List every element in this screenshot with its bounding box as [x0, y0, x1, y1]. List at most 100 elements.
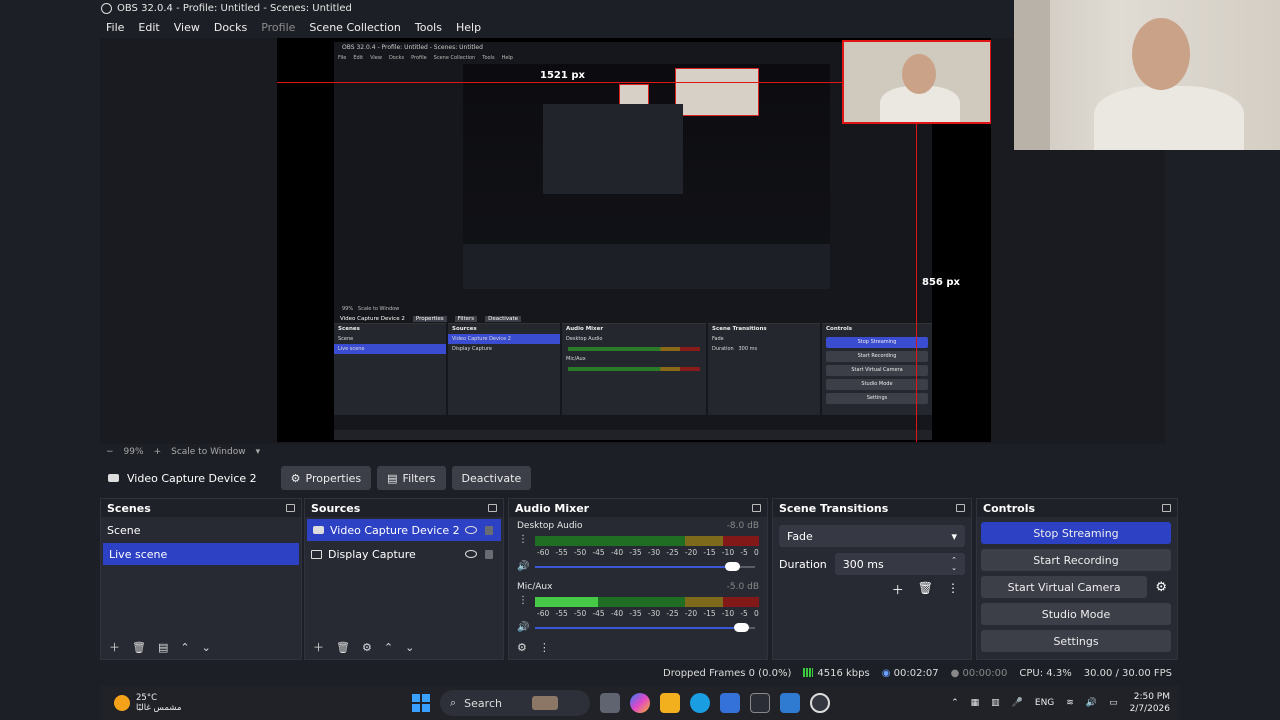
move-up-icon[interactable]: ⌃: [384, 641, 393, 654]
scene-transitions-dock: Scene Transitions Fade ▾ Duration 300 ms…: [772, 498, 972, 660]
trash-icon[interactable]: 🗑: [918, 581, 933, 598]
speaker-icon[interactable]: 🔊: [517, 561, 529, 572]
sources-title: Sources: [311, 501, 361, 515]
studio-mode-button[interactable]: Studio Mode: [981, 603, 1171, 625]
tray-app-icon[interactable]: ▥: [991, 698, 1000, 708]
chevron-up-icon[interactable]: ⌃: [951, 698, 959, 708]
camera-icon: [108, 474, 119, 482]
settings-button[interactable]: Settings: [981, 630, 1171, 652]
filter-icon[interactable]: ▤: [158, 641, 168, 654]
current-source-name: Video Capture Device 2: [127, 471, 257, 485]
volume-icon[interactable]: 🔊: [1086, 698, 1097, 708]
nested-menu: File Edit View Docks Profile Scene Collection…: [338, 55, 513, 61]
zoom-in-button[interactable]: +: [154, 447, 162, 457]
app-icon[interactable]: [750, 693, 770, 713]
duration-spinbox[interactable]: 300 ms ⌃ ⌄: [834, 553, 965, 575]
volume-slider[interactable]: [535, 561, 755, 571]
task-view-icon[interactable]: [600, 693, 620, 713]
gear-icon[interactable]: ⚙: [362, 641, 372, 654]
deactivate-button[interactable]: Deactivate: [451, 466, 532, 490]
filters-button[interactable]: ▤ Filters: [377, 466, 446, 490]
start-recording-button[interactable]: Start Recording: [981, 549, 1171, 571]
move-down-icon[interactable]: ⌄: [202, 641, 211, 654]
menu-scene-collection[interactable]: Scene Collection: [309, 21, 400, 34]
zoom-bar: − 99% + Scale to Window ▾: [100, 444, 1178, 460]
measure-label-horizontal: 1521 px: [540, 70, 585, 81]
copilot-icon[interactable]: [630, 693, 650, 713]
volume-slider[interactable]: [535, 622, 755, 632]
chevron-down-icon[interactable]: ▾: [256, 447, 261, 457]
trash-icon[interactable]: 🗑: [132, 641, 146, 654]
spin-arrows-icon[interactable]: ⌃ ⌄: [951, 556, 957, 572]
undock-icon[interactable]: [752, 504, 761, 512]
stop-streaming-button[interactable]: Stop Streaming: [981, 522, 1171, 544]
obs-taskbar-icon[interactable]: [810, 693, 830, 713]
taskbar-apps: ⌕ Search: [412, 690, 830, 716]
move-down-icon[interactable]: ⌄: [405, 641, 414, 654]
store-icon[interactable]: [720, 693, 740, 713]
language-indicator[interactable]: ENG: [1035, 698, 1054, 708]
add-icon[interactable]: ＋: [109, 639, 120, 655]
search-icon: ⌕: [450, 696, 457, 709]
channel-menu-icon[interactable]: ⋮: [518, 535, 528, 545]
lock-icon[interactable]: [485, 525, 493, 535]
visibility-eye-icon[interactable]: [465, 526, 477, 534]
menu-view[interactable]: View: [174, 21, 200, 34]
scenes-title: Scenes: [107, 501, 151, 515]
add-icon[interactable]: ＋: [892, 581, 904, 598]
mixer-menu-icon[interactable]: ⋮: [539, 641, 550, 654]
source-item[interactable]: Display Capture: [305, 543, 503, 565]
camera-icon: [313, 526, 324, 534]
nested-thumb: [619, 84, 649, 106]
lock-icon[interactable]: [485, 549, 493, 559]
dropped-frames: Dropped Frames 0 (0.0%): [663, 667, 792, 679]
menu-edit[interactable]: Edit: [138, 21, 159, 34]
advanced-audio-icon[interactable]: ⚙: [517, 641, 527, 654]
windows-start-icon[interactable]: [412, 694, 430, 712]
channel-db: -8.0 dB: [726, 521, 759, 531]
clock[interactable]: 2:50 PM 2/7/2026: [1130, 691, 1170, 715]
menu-docks[interactable]: Docks: [214, 21, 247, 34]
undock-icon[interactable]: [1162, 504, 1171, 512]
add-icon[interactable]: ＋: [313, 639, 324, 655]
scenes-footer: ＋ 🗑 ▤ ⌃ ⌄: [101, 635, 301, 659]
undock-icon[interactable]: [286, 504, 295, 512]
taskbar-search[interactable]: ⌕ Search: [440, 690, 590, 716]
file-explorer-icon[interactable]: [660, 693, 680, 713]
scale-mode-select[interactable]: Scale to Window: [171, 447, 245, 457]
scene-item[interactable]: Scene: [101, 519, 301, 541]
move-up-icon[interactable]: ⌃: [180, 641, 189, 654]
gear-icon[interactable]: ⚙: [1155, 580, 1167, 595]
trash-icon[interactable]: 🗑: [336, 641, 350, 654]
menu-help[interactable]: Help: [456, 21, 481, 34]
microphone-icon[interactable]: 🎤: [1012, 698, 1023, 708]
selected-camera-source[interactable]: [842, 40, 991, 124]
source-item-selected[interactable]: Video Capture Device 2: [307, 519, 501, 541]
measure-line-vertical: [916, 124, 917, 442]
nested-taskbar: [334, 430, 932, 440]
zoom-out-button[interactable]: −: [106, 447, 114, 457]
undock-icon[interactable]: [956, 504, 965, 512]
volume-meter: [535, 597, 759, 607]
menu-file[interactable]: File: [106, 21, 124, 34]
weather-condition: مشمس غالبًا: [136, 703, 182, 713]
start-virtual-camera-button[interactable]: Start Virtual Camera: [981, 576, 1148, 598]
properties-button[interactable]: ⚙ Properties: [280, 466, 372, 490]
battery-icon[interactable]: ▭: [1109, 698, 1118, 708]
preview-canvas[interactable]: OBS 32.0.4 - Profile: Untitled - Scenes:…: [277, 38, 991, 442]
more-icon[interactable]: ⋮: [947, 581, 959, 598]
speaker-icon[interactable]: 🔊: [517, 622, 529, 633]
visibility-eye-icon[interactable]: [465, 550, 477, 558]
outlook-icon[interactable]: [780, 693, 800, 713]
transition-select[interactable]: Fade ▾: [779, 525, 965, 547]
duration-label: Duration: [779, 557, 827, 571]
tray-app-icon[interactable]: ▦: [971, 698, 980, 708]
undock-icon[interactable]: [488, 504, 497, 512]
channel-menu-icon[interactable]: ⋮: [518, 596, 528, 606]
edge-browser-icon[interactable]: [690, 693, 710, 713]
scene-item-selected[interactable]: Live scene: [103, 543, 299, 565]
menu-tools[interactable]: Tools: [415, 21, 442, 34]
menu-profile: Profile: [261, 20, 296, 34]
weather-widget[interactable]: 25°C مشمس غالبًا: [100, 693, 400, 713]
wifi-icon[interactable]: ≋: [1066, 698, 1074, 708]
